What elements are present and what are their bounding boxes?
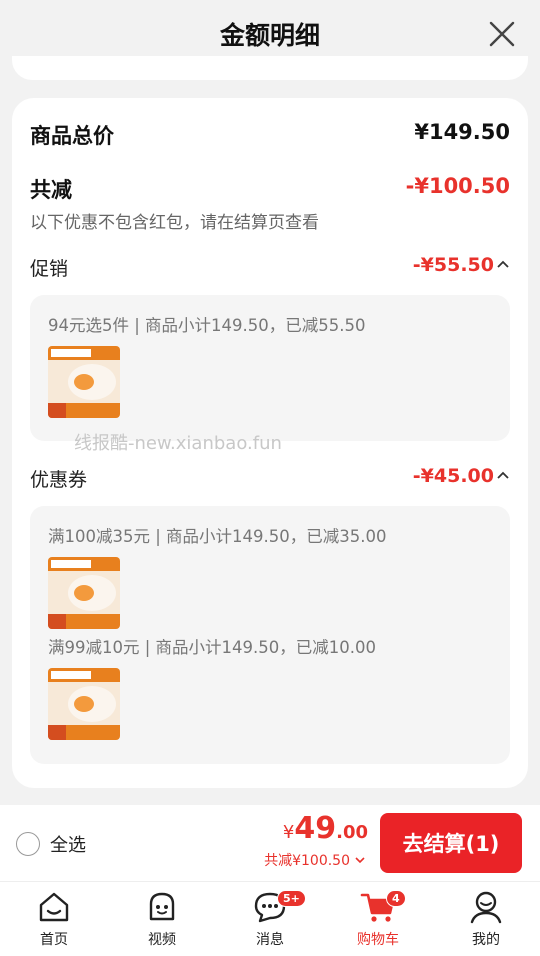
reduce-row: 共减 -¥100.50: [30, 174, 510, 204]
promotion-header[interactable]: 促销 -¥55.50: [30, 254, 510, 280]
product-thumbnail[interactable]: [48, 557, 120, 629]
product-image: [48, 668, 120, 740]
product-thumbnail[interactable]: [48, 668, 120, 740]
coupon-item-text: 满100减35元 | 商品小计149.50，已减35.00: [48, 527, 387, 546]
watermark: 线报酷-new.xianbao.fun: [74, 433, 282, 454]
coupon-value: -¥45.00: [412, 465, 494, 487]
video-icon: [149, 892, 175, 921]
total-row: 商品总价 ¥149.50: [30, 120, 510, 150]
total-label: 商品总价: [30, 124, 114, 148]
tab-cart[interactable]: 4 购物车: [338, 888, 418, 949]
promotion-item-text: 94元选5件 | 商品小计149.50，已减55.50: [48, 316, 366, 335]
checkout-bar: 全选 ¥49.00 共减¥100.50 去结算(1): [0, 805, 540, 881]
promotion-label: 促销: [30, 258, 69, 280]
amount-detail-card: 商品总价 ¥149.50 共减 -¥100.50 以下优惠不包含红包，请在结算页…: [12, 98, 528, 788]
previous-card-edge: [12, 56, 528, 80]
product-thumbnail[interactable]: [48, 346, 120, 418]
tab-profile[interactable]: 我的: [446, 888, 526, 949]
coupon-header[interactable]: 优惠券 -¥45.00: [30, 465, 510, 491]
discount-note: 以下优惠不包含红包，请在结算页查看: [30, 213, 319, 233]
message-badge: 5+: [277, 890, 306, 907]
coupon-item-text: 满99减10元 | 商品小计149.50，已减10.00: [48, 638, 377, 657]
select-all[interactable]: 全选: [16, 831, 86, 857]
total-price: ¥49.00: [282, 811, 368, 846]
select-all-label: 全选: [50, 835, 86, 856]
reduce-label: 共减: [30, 178, 72, 202]
total-value: ¥149.50: [414, 120, 510, 144]
product-image: [48, 346, 120, 418]
chevron-down-icon: [355, 857, 365, 864]
reduce-value: -¥100.50: [405, 174, 510, 198]
chevron-up-icon[interactable]: [496, 469, 510, 483]
checkout-button[interactable]: 去结算(1): [380, 813, 522, 873]
product-image: [48, 557, 120, 629]
select-all-checkbox[interactable]: [16, 832, 40, 856]
page-title: 金额明细: [219, 21, 320, 50]
promotion-value: -¥55.50: [412, 254, 494, 276]
profile-icon: [470, 891, 502, 924]
close-icon[interactable]: [488, 20, 516, 48]
home-icon: [39, 892, 69, 922]
cart-badge: 4: [386, 890, 406, 907]
chevron-up-icon[interactable]: [496, 258, 510, 272]
tab-bar: 首页 视频 5+ 消息 4 购物车 我的: [0, 881, 540, 956]
coupon-label: 优惠券: [30, 469, 88, 491]
tab-home[interactable]: 首页: [14, 888, 94, 949]
tab-video[interactable]: 视频: [122, 888, 202, 949]
promotion-box: 94元选5件 | 商品小计149.50，已减55.50: [30, 295, 510, 441]
coupon-box: 满100减35元 | 商品小计149.50，已减35.00 满99减10元 | …: [30, 506, 510, 764]
tab-messages[interactable]: 5+ 消息: [230, 888, 310, 949]
discount-summary[interactable]: 共减¥100.50: [264, 850, 366, 870]
